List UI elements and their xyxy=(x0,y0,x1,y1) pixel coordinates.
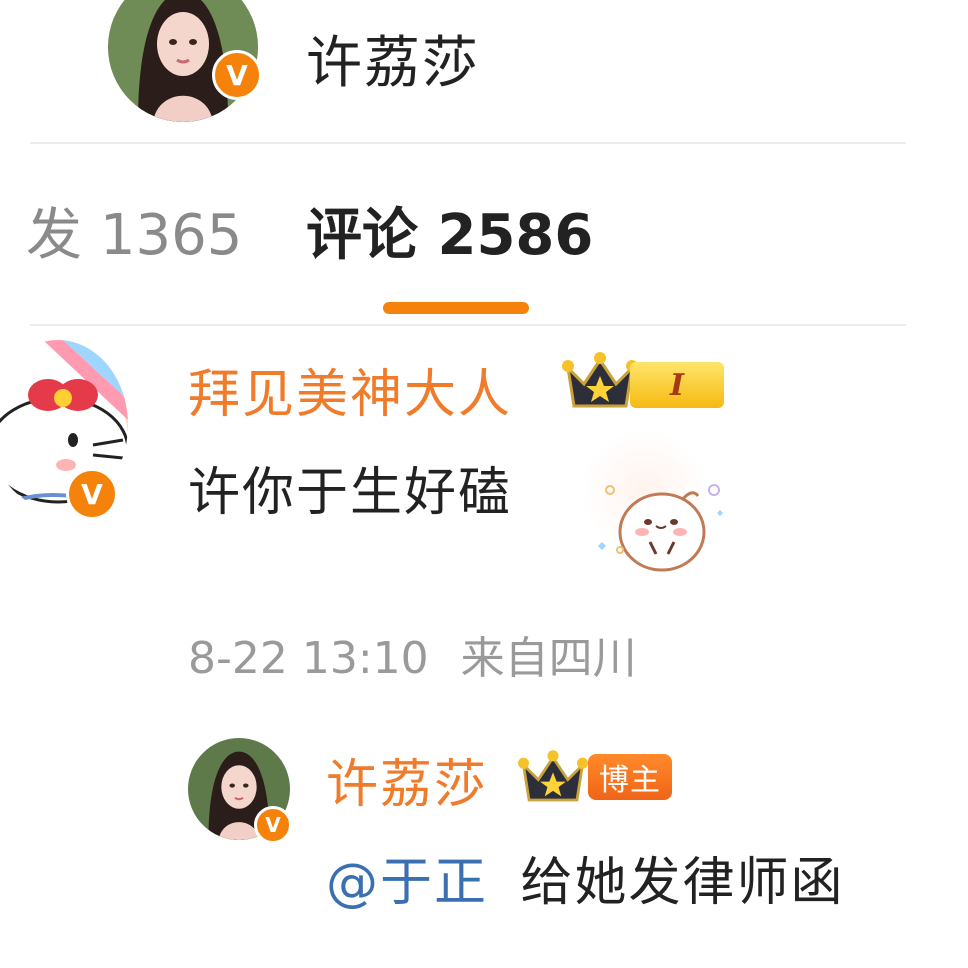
reply-text: 给她发律师函 xyxy=(520,853,845,913)
tab-reposts-label: 发 xyxy=(26,203,82,268)
active-tab-indicator xyxy=(383,302,529,314)
tab-reposts[interactable]: 发 1365 xyxy=(26,200,242,272)
tab-reposts-count: 1365 xyxy=(99,203,243,268)
mention-link[interactable]: @于正 xyxy=(326,853,488,913)
level-badge: I xyxy=(630,362,724,408)
commenter-avatar[interactable]: V xyxy=(0,340,128,520)
tab-comments[interactable]: 评论 2586 xyxy=(306,200,593,272)
comment-location: 来自四川 xyxy=(460,633,637,684)
profile-name: 许荔莎 xyxy=(306,31,480,96)
tabs-divider xyxy=(30,324,906,326)
comment-timestamp: 8-22 13:10 xyxy=(188,633,429,684)
reply-user-name[interactable]: 许荔莎 xyxy=(326,742,488,817)
verified-badge-icon: V xyxy=(212,50,262,100)
verified-badge-icon: V xyxy=(254,806,292,844)
blogger-role-badge: 博主 xyxy=(588,754,672,800)
tab-comments-label: 评论 xyxy=(306,203,418,268)
header-divider xyxy=(30,142,906,144)
commenter-name[interactable]: 拜见美神大人 xyxy=(188,352,512,427)
verified-badge-icon: V xyxy=(66,468,118,520)
blushing-bun-sticker-icon xyxy=(598,484,723,572)
tab-comments-count: 2586 xyxy=(437,203,594,268)
comment-text: 许你于生好磕 xyxy=(188,463,513,523)
vip-crown-icon xyxy=(562,352,638,408)
profile-avatar[interactable]: V xyxy=(108,0,262,122)
vip-crown-icon xyxy=(518,750,588,802)
reply-text-line: @于正 给她发律师函 xyxy=(326,840,845,915)
comment-meta: 8-22 13:10 来自四川 xyxy=(188,622,637,686)
reply-avatar[interactable]: V xyxy=(188,738,292,844)
